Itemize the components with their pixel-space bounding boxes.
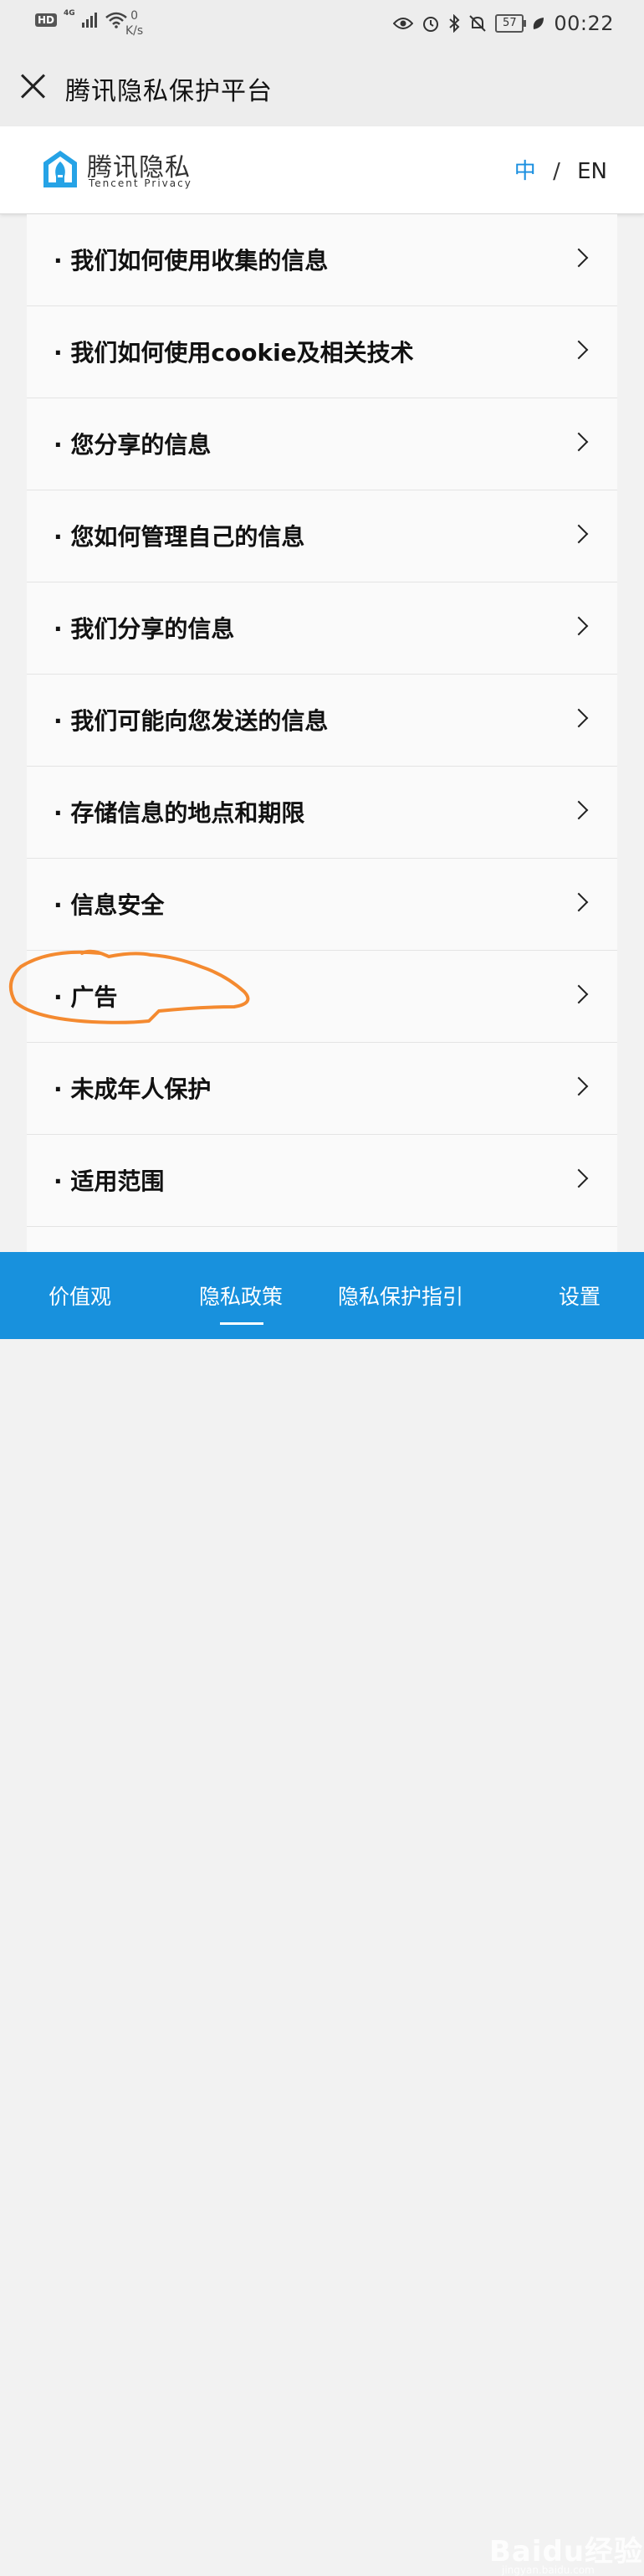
list-item-label: · 我们如何使用收集的信息 xyxy=(54,247,329,275)
list-item[interactable]: · 我们可能向您发送的信息 xyxy=(27,675,617,767)
nav-privacy-guide[interactable]: 隐私保护指引 xyxy=(338,1280,463,1311)
list-item-label: · 信息安全 xyxy=(54,891,165,919)
list-item-label: · 我们可能向您发送的信息 xyxy=(54,707,329,735)
list-item[interactable]: · 存储信息的地点和期限 xyxy=(27,767,617,859)
bluetooth-icon xyxy=(449,14,460,33)
list-item-label: · 您分享的信息 xyxy=(54,431,212,459)
list-item-ads[interactable]: · 广告 xyxy=(27,951,617,1043)
list-item[interactable]: · 未成年人保护 xyxy=(27,1043,617,1135)
hd-badge: HD xyxy=(35,13,58,27)
chevron-right-icon xyxy=(569,800,589,820)
lang-english[interactable]: EN xyxy=(577,159,607,184)
list-item[interactable]: · 您分享的信息 xyxy=(27,398,617,490)
leaf-icon xyxy=(534,18,544,29)
chevron-right-icon xyxy=(569,616,589,636)
list-item-label: · 我们如何使用cookie及相关技术 xyxy=(54,339,414,367)
policy-section-list: · 我们如何使用收集的信息 · 我们如何使用cookie及相关技术 · 您分享的… xyxy=(27,214,617,1252)
language-switch: 中 / EN xyxy=(514,154,607,185)
list-item[interactable] xyxy=(27,1227,617,1252)
signal-icon xyxy=(81,13,97,28)
watermark-url: jingyan.baidu.com xyxy=(502,2564,595,2576)
chevron-right-icon xyxy=(569,1076,589,1096)
nav-privacy-policy[interactable]: 隐私政策 xyxy=(199,1280,283,1311)
list-item-label: · 存储信息的地点和期限 xyxy=(54,799,305,827)
mute-icon xyxy=(469,15,487,32)
list-item-label: · 未成年人保护 xyxy=(54,1075,212,1103)
nav-settings[interactable]: 设置 xyxy=(559,1280,601,1311)
chevron-right-icon xyxy=(569,1168,589,1188)
list-item[interactable]: · 适用范围 xyxy=(27,1135,617,1227)
list-item-label: · 广告 xyxy=(54,983,118,1011)
alarm-icon xyxy=(423,17,439,32)
chevron-right-icon xyxy=(569,340,589,360)
list-item[interactable]: · 我们如何使用cookie及相关技术 xyxy=(27,306,617,398)
list-item[interactable]: · 您如何管理自己的信息 xyxy=(27,490,617,582)
battery-indicator: 57 xyxy=(495,14,527,33)
speed-value: 0 xyxy=(130,9,139,23)
site-header: 腾讯隐私 Tencent Privacy 中 / EN xyxy=(0,126,644,214)
list-item[interactable]: · 我们如何使用收集的信息 xyxy=(27,214,617,306)
network-speed: 0 K/s xyxy=(125,8,143,38)
status-right: 57 00:22 xyxy=(393,12,614,35)
list-item[interactable]: · 信息安全 xyxy=(27,859,617,951)
close-icon[interactable] xyxy=(18,72,47,100)
list-item-label: · 您如何管理自己的信息 xyxy=(54,523,305,551)
nav-values[interactable]: 价值观 xyxy=(49,1280,111,1311)
list-item-label: · 我们分享的信息 xyxy=(54,615,235,643)
list-item[interactable]: · 我们分享的信息 xyxy=(27,582,617,675)
speed-unit: K/s xyxy=(125,24,144,38)
wifi-icon xyxy=(105,12,127,28)
chevron-right-icon xyxy=(569,984,589,1004)
chevron-right-icon xyxy=(569,432,589,452)
chevron-right-icon xyxy=(569,708,589,728)
eye-icon xyxy=(393,18,414,29)
logo-subtext: Tencent Privacy xyxy=(89,177,192,189)
bottom-nav: 价值观 隐私政策 隐私保护指引 设置 Baidu经验 jingyan.baidu… xyxy=(0,1252,644,2576)
active-tab-indicator xyxy=(220,1322,263,1325)
list-item-label: · 适用范围 xyxy=(54,1167,165,1195)
lang-chinese[interactable]: 中 xyxy=(514,159,536,184)
network-type: 4G xyxy=(64,9,75,18)
status-left: HD 4G xyxy=(35,9,127,28)
status-bar: HD 4G 0 K/s 57 00:22 xyxy=(0,0,644,47)
lang-separator: / xyxy=(553,159,560,184)
chevron-right-icon xyxy=(569,248,589,268)
page-title: 腾讯隐私保护平台 xyxy=(65,77,273,106)
clock: 00:22 xyxy=(554,12,614,35)
title-bar: 腾讯隐私保护平台 xyxy=(0,47,644,126)
house-logo-icon[interactable] xyxy=(42,149,79,189)
chevron-right-icon xyxy=(569,524,589,544)
chevron-right-icon xyxy=(569,892,589,912)
watermark: Baidu经验 xyxy=(489,2535,644,2568)
